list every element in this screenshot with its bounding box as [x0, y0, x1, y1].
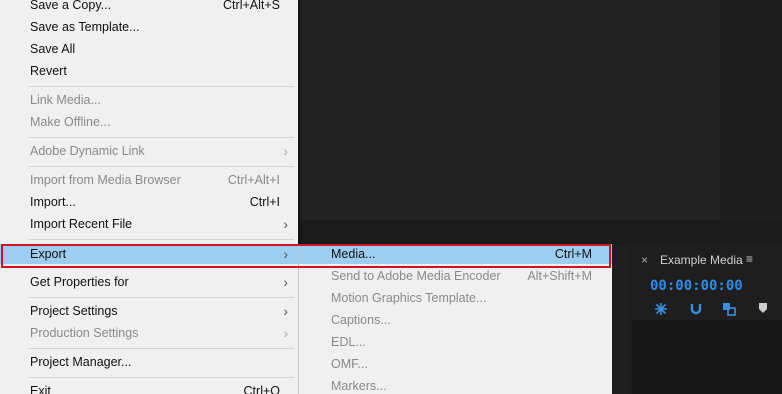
submenu-captions[interactable]: Captions...: [299, 310, 612, 332]
file-menu: Save a Copy... Ctrl+Alt+S Save as Templa…: [0, 0, 298, 394]
menu-make-offline[interactable]: Make Offline...: [0, 112, 298, 134]
submenu-media[interactable]: Media... Ctrl+M: [299, 244, 612, 264]
menu-item-label: Import Recent File: [30, 217, 133, 231]
menu-save-a-copy[interactable]: Save a Copy... Ctrl+Alt+S: [0, 0, 298, 17]
menu-project-manager[interactable]: Project Manager...: [0, 352, 298, 374]
menu-item-label: Link Media...: [30, 93, 101, 107]
menu-item-label: Exit: [30, 384, 51, 394]
project-panel-edge: [610, 246, 630, 394]
menu-item-label: Import...: [30, 195, 76, 209]
linked-selection-icon[interactable]: [722, 302, 736, 319]
chevron-right-icon: ›: [283, 325, 288, 341]
submenu-item-label: Captions...: [331, 313, 391, 327]
menu-item-shortcut: Ctrl+Alt+I: [227, 173, 280, 187]
menu-item-shortcut: Ctrl+Alt+S: [223, 0, 280, 12]
submenu-item-label: Media...: [331, 247, 376, 261]
chevron-right-icon: ›: [283, 143, 288, 159]
timeline-title[interactable]: Example Media: [660, 253, 743, 267]
menu-item-shortcut: Ctrl+I: [249, 195, 280, 209]
submenu-item-label: Motion Graphics Template...: [331, 291, 487, 305]
menu-item-label: Import from Media Browser: [30, 173, 181, 187]
chevron-right-icon: ›: [283, 216, 288, 232]
submenu-markers[interactable]: Markers...: [299, 376, 612, 394]
chevron-right-icon: ›: [283, 303, 288, 319]
menu-get-properties-for[interactable]: Get Properties for ›: [0, 272, 298, 294]
menu-separator: [28, 137, 294, 138]
submenu-edl[interactable]: EDL...: [299, 332, 612, 354]
submenu-send-to-media-encoder[interactable]: Send to Adobe Media Encoder Alt+Shift+M: [299, 266, 612, 288]
menu-separator: [28, 166, 294, 167]
timeline-tracks: [632, 320, 782, 394]
menu-separator: [28, 377, 294, 378]
close-icon[interactable]: ×: [641, 253, 648, 267]
menu-exit[interactable]: Exit Ctrl+Q: [0, 381, 298, 394]
menu-import[interactable]: Import... Ctrl+I: [0, 192, 298, 214]
menu-item-label: Save as Template...: [30, 20, 140, 34]
menu-import-recent-file[interactable]: Import Recent File ›: [0, 214, 298, 236]
menu-item-label: Make Offline...: [30, 115, 111, 129]
submenu-item-label: Markers...: [331, 379, 387, 393]
snap-magnet-icon[interactable]: [689, 302, 703, 319]
submenu-item-shortcut: Alt+Shift+M: [527, 269, 592, 283]
menu-item-label: Export: [30, 247, 67, 261]
menu-separator: [28, 348, 294, 349]
add-marker-icon[interactable]: [758, 302, 768, 317]
menu-item-label: Adobe Dynamic Link: [30, 144, 145, 158]
menu-item-label: Save a Copy...: [30, 0, 112, 12]
menu-separator: [28, 297, 294, 298]
submenu-item-label: OMF...: [331, 357, 368, 371]
menu-item-label: Project Manager...: [30, 355, 132, 369]
chevron-right-icon: ›: [283, 246, 288, 262]
menu-separator: [28, 267, 294, 268]
submenu-item-shortcut: Ctrl+M: [554, 247, 592, 261]
export-submenu: Media... Ctrl+M Send to Adobe Media Enco…: [298, 244, 612, 394]
menu-revert[interactable]: Revert: [0, 61, 298, 83]
menu-item-shortcut: Ctrl+Q: [243, 384, 280, 394]
menu-item-label: Production Settings: [30, 326, 139, 340]
submenu-item-label: EDL...: [331, 335, 366, 349]
menu-link-media[interactable]: Link Media...: [0, 90, 298, 112]
menu-save-as-template[interactable]: Save as Template...: [0, 17, 298, 39]
menu-adobe-dynamic-link[interactable]: Adobe Dynamic Link ›: [0, 141, 298, 163]
menu-production-settings[interactable]: Production Settings ›: [0, 323, 298, 345]
menu-item-label: Project Settings: [30, 304, 118, 318]
nest-sequence-icon[interactable]: [654, 302, 668, 319]
menu-project-settings[interactable]: Project Settings ›: [0, 301, 298, 323]
panel-menu-icon[interactable]: ≡: [746, 252, 753, 266]
menu-export[interactable]: Export ›: [0, 244, 298, 264]
menu-import-from-media-browser[interactable]: Import from Media Browser Ctrl+Alt+I: [0, 170, 298, 192]
menu-item-label: Revert: [30, 64, 67, 78]
program-monitor: [300, 0, 720, 220]
menu-item-label: Save All: [30, 42, 76, 56]
chevron-right-icon: ›: [283, 274, 288, 290]
menu-item-label: Get Properties for: [30, 275, 129, 289]
menu-separator: [28, 86, 294, 87]
submenu-motion-graphics-template[interactable]: Motion Graphics Template...: [299, 288, 612, 310]
submenu-item-label: Send to Adobe Media Encoder: [331, 269, 501, 283]
menu-save-all[interactable]: Save All: [0, 39, 298, 61]
menu-separator: [28, 239, 294, 240]
submenu-omf[interactable]: OMF...: [299, 354, 612, 376]
timecode-display[interactable]: 00:00:00:00: [650, 278, 743, 294]
